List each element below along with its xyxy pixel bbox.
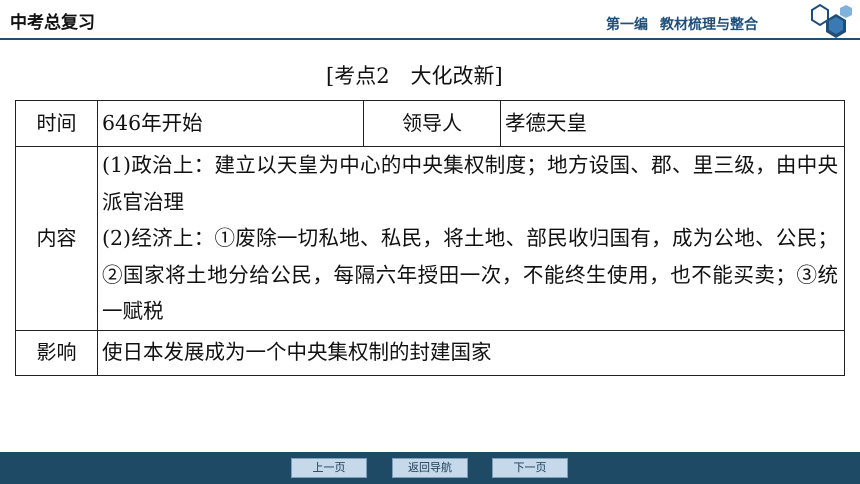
content-item-political: (1)政治上：建立以天皇为中心的中央集权制度；地方设国、郡、里三级，由中央派官治…	[102, 153, 838, 214]
hexagon-logo-icon	[800, 2, 860, 40]
leader-label: 领导人	[363, 100, 501, 147]
table-row: 影响 使日本发展成为一个中央集权制的封建国家	[15, 329, 845, 376]
section-title: [考点2 大化改新]	[326, 64, 503, 88]
content-value: (1)政治上：建立以天皇为中心的中央集权制度；地方设国、郡、里三级，由中央派官治…	[97, 146, 845, 331]
time-value: 646年开始	[97, 100, 364, 147]
footer-nav-bar: 上一页 返回导航 下一页	[0, 452, 860, 484]
next-page-button[interactable]: 下一页	[492, 458, 568, 478]
content-label: 内容	[15, 146, 98, 331]
leader-value: 孝德天皇	[500, 100, 845, 147]
back-to-nav-button[interactable]: 返回导航	[392, 458, 468, 478]
content-item-economic: (2)经济上：①废除一切私地、私民，将土地、部民收归国有，成为公地、公民；②国家…	[102, 226, 838, 323]
slide-header: 中考总复习 第一编 教材梳理与整合	[0, 0, 860, 42]
header-divider	[0, 38, 860, 40]
header-breadcrumb: 第一编 教材梳理与整合	[606, 14, 770, 34]
time-label: 时间	[15, 100, 98, 147]
header-section: 教材梳理与整合	[660, 17, 758, 33]
header-chapter: 第一编	[606, 17, 648, 33]
header-title: 中考总复习	[10, 13, 95, 33]
impact-value: 使日本发展成为一个中央集权制的封建国家	[97, 329, 845, 376]
prev-page-button[interactable]: 上一页	[291, 458, 367, 478]
table-row: 内容 (1)政治上：建立以天皇为中心的中央集权制度；地方设国、郡、里三级，由中央…	[15, 146, 845, 331]
reform-table: 时间 646年开始 领导人 孝德天皇 内容 (1)政治上：建立以天皇为中心的中央…	[15, 100, 845, 376]
table-row: 时间 646年开始 领导人 孝德天皇	[15, 100, 845, 147]
impact-label: 影响	[15, 329, 98, 376]
